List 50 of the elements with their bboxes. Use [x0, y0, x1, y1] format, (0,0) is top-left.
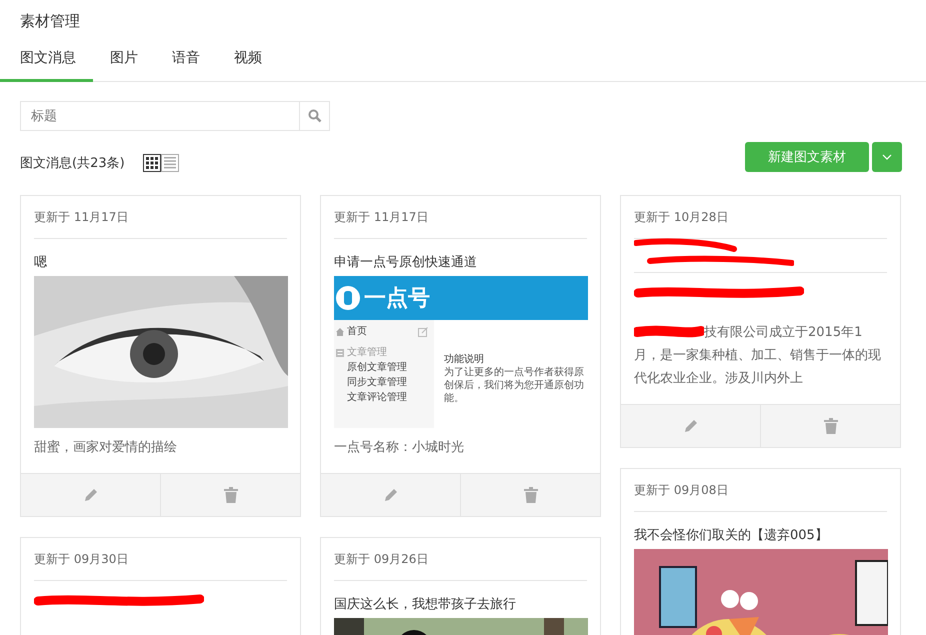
update-date: 更新于 10月28日: [634, 196, 887, 239]
tab[interactable]: 语音: [155, 49, 217, 82]
pencil-icon[interactable]: [82, 487, 98, 503]
edit-icon: [418, 326, 428, 336]
article-title: 嗯: [34, 254, 48, 272]
tab[interactable]: 图文消息: [0, 49, 93, 82]
nav-item: 首页: [347, 325, 367, 339]
search-button[interactable]: [300, 101, 330, 131]
article-card[interactable]: 更新于 11月17日 申请一点号原创快速通道 一点号 首页 文章管理 原创文章管理 同步文章管理 文章评论管理 功能说明 为了让更多的一点号作者获得原创保后，我们将为您开通原创功能。 一点号名称：小城时光: [320, 195, 601, 517]
trash-icon[interactable]: [824, 418, 838, 434]
update-date: 更新于 11月17日: [34, 196, 287, 239]
trash-icon[interactable]: [224, 487, 238, 503]
trash-icon[interactable]: [524, 487, 538, 503]
article-summary: 一点号名称：小城时光: [334, 439, 465, 457]
count-label: 图文消息(共23条): [20, 155, 125, 172]
article-card[interactable]: 更新于 11月17日 嗯 甜蜜，画家对爱情的描绘: [20, 195, 301, 517]
tab[interactable]: 图片: [93, 49, 155, 82]
logo-text: 一点号: [364, 285, 430, 313]
list-view-icon[interactable]: [160, 154, 179, 172]
description-text: 为了让更多的一点号作者获得原创保后，我们将为您开通原创功能。: [444, 366, 585, 405]
article-card[interactable]: 更新于 09月26日 国庆这么长，我想带孩子去旅行: [320, 537, 601, 635]
update-date: 更新于 09月30日: [34, 538, 287, 581]
logo-icon: [336, 286, 360, 310]
section-heading: 功能说明: [444, 352, 485, 366]
caret-icon[interactable]: [882, 154, 892, 160]
list-icon: [336, 348, 344, 356]
article-title: 国庆这么长，我想带孩子去旅行: [334, 596, 517, 614]
article-card[interactable]: 更新于 09月08日 我不会怪你们取关的【遗弃005】: [620, 468, 901, 635]
nav-item: 同步文章管理: [347, 376, 407, 390]
nav-item: 文章管理: [347, 346, 387, 360]
grid-view-icon[interactable]: [142, 154, 161, 172]
search-field[interactable]: 标题: [20, 101, 300, 131]
article-title: 申请一点号原创快速通道: [334, 254, 478, 272]
article-card[interactable]: 更新于 10月28日 技有限公司成立于2015年1月，是一家集种植、加工、销售于一体的现代化农业企业。涉及川内外上: [620, 195, 901, 448]
article-card[interactable]: 更新于 09月30日: [20, 537, 301, 635]
update-date: 更新于 09月26日: [334, 538, 587, 581]
page-title: 素材管理: [19, 11, 81, 32]
tab[interactable]: 视频: [217, 49, 279, 82]
dropdown-button[interactable]: [872, 142, 902, 172]
article-summary: 技有限公司成立于2015年1月，是一家集种植、加工、销售于一体的现代化农业企业。涉及川内外上: [634, 324, 882, 388]
update-date: 更新于 11月17日: [334, 196, 587, 239]
pencil-icon[interactable]: [682, 418, 698, 434]
pencil-icon[interactable]: [382, 487, 398, 503]
article-title: 我不会怪你们取关的【遗弃005】: [634, 527, 829, 545]
nav-item: 文章评论管理: [347, 390, 407, 405]
article-summary: 甜蜜，画家对爱情的描绘: [34, 439, 178, 457]
update-date: 更新于 09月08日: [634, 469, 887, 512]
nav-item: 原创文章管理: [347, 360, 407, 375]
search-icon[interactable]: [308, 109, 322, 123]
home-icon: [336, 328, 344, 336]
